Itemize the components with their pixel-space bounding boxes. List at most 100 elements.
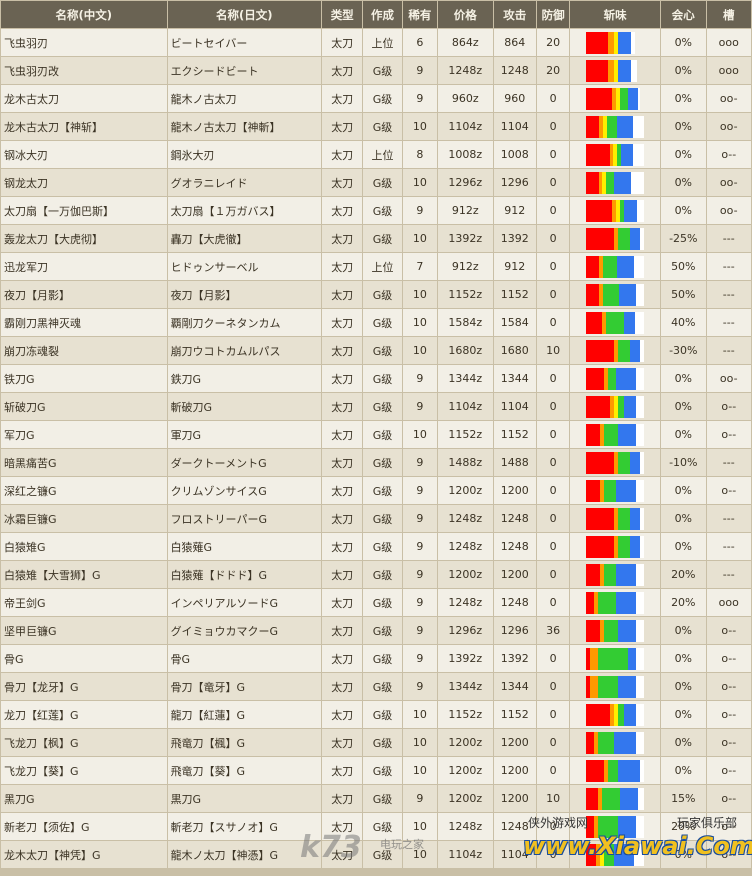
cell-name-cn: 白猿雉G (1, 533, 167, 560)
sharpness-blue (614, 171, 632, 194)
cell-slots: oo- (706, 197, 751, 224)
cell-price: 1104z (438, 113, 493, 140)
cell-rarity: 7 (402, 253, 438, 280)
cell-price: 1152z (438, 281, 493, 308)
sharpness-bar (586, 507, 645, 530)
xiawai-watermark-right: 玩家俱乐部 (677, 816, 738, 830)
sharpness-white (631, 31, 636, 54)
cell-name-jp: フロストリーパーG (167, 505, 321, 532)
cell-affinity: 0% (661, 29, 706, 56)
sharpness-white (640, 451, 645, 474)
table-row: 坚甲巨镰G グイミョウカマクーG 太刀 G级 9 1296z 1296 36 0% o-- (1, 617, 751, 644)
sharpness-red (586, 283, 600, 306)
cell-sharpness (570, 785, 661, 812)
cell-make: G级 (363, 449, 402, 476)
cell-defense: 0 (536, 197, 570, 224)
sharpness-white (636, 647, 645, 670)
cell-make: G级 (363, 589, 402, 616)
sharpness-orange (590, 675, 599, 698)
header-row: 名称(中文) 名称(日文) 类型 作成 稀有 价格 攻击 防御 斩味 会心 槽 (1, 1, 751, 28)
cell-make: G级 (363, 505, 402, 532)
sharpness-red (586, 255, 600, 278)
cell-type: 太刀 (322, 365, 363, 392)
cell-type: 太刀 (322, 337, 363, 364)
sharpness-white (640, 339, 645, 362)
cell-attack: 1680 (493, 337, 536, 364)
sharpness-blue (624, 703, 637, 726)
cell-attack: 1200 (493, 729, 536, 756)
sharpness-blue (624, 199, 638, 222)
cell-type: 太刀 (322, 533, 363, 560)
sharpness-blue (616, 479, 637, 502)
cell-name-jp: 崩刀ウコトカムルパス (167, 337, 321, 364)
cell-slots: ooo (706, 57, 751, 84)
cell-name-jp: グオラニレイド (167, 169, 321, 196)
sharpness-white (638, 87, 641, 110)
cell-name-jp: ビートセイバー (167, 29, 321, 56)
sharpness-blue (618, 59, 632, 82)
cell-slots: --- (706, 281, 751, 308)
cell-name-jp: 夜刀【月影】 (167, 281, 321, 308)
cell-sharpness (570, 505, 661, 532)
sharpness-red (586, 311, 603, 334)
cell-price: 1008z (438, 141, 493, 168)
sharpness-bar (586, 283, 645, 306)
cell-affinity: 0% (661, 729, 706, 756)
cell-attack: 1344 (493, 673, 536, 700)
table-row: 轰龙太刀【大虎彻】 轟刀【大虎徹】 太刀 G级 10 1392z 1392 0 -25% --- (1, 225, 751, 252)
cell-affinity: -10% (661, 449, 706, 476)
sharpness-white (633, 143, 645, 166)
cell-sharpness (570, 617, 661, 644)
sharpness-red (586, 115, 600, 138)
sharpness-green (618, 451, 631, 474)
cell-make: G级 (363, 281, 402, 308)
cell-sharpness (570, 757, 661, 784)
sharpness-white (636, 563, 645, 586)
cell-name-cn: 崩刀冻魂裂 (1, 337, 167, 364)
cell-affinity: 0% (661, 533, 706, 560)
cell-slots: ooo (706, 29, 751, 56)
cell-type: 太刀 (322, 561, 363, 588)
cell-defense: 0 (536, 561, 570, 588)
cell-price: 1488z (438, 449, 493, 476)
cell-name-jp: グイミョウカマクーG (167, 617, 321, 644)
cell-price: 960z (438, 85, 493, 112)
cell-sharpness (570, 253, 661, 280)
sharpness-bar (586, 339, 645, 362)
cell-attack: 1152 (493, 421, 536, 448)
cell-defense: 0 (536, 729, 570, 756)
cell-attack: 1584 (493, 309, 536, 336)
cell-sharpness (570, 141, 661, 168)
table-row: 骨G 骨G 太刀 G级 9 1392z 1392 0 0% o-- (1, 645, 751, 672)
cell-name-cn: 飞虫羽刃 (1, 29, 167, 56)
cell-make: G级 (363, 757, 402, 784)
cell-type: 太刀 (322, 169, 363, 196)
table-row: 冰霜巨镰G フロストリーパーG 太刀 G级 9 1248z 1248 0 0% --- (1, 505, 751, 532)
table-row: 崩刀冻魂裂 崩刀ウコトカムルパス 太刀 G级 10 1680z 1680 10 -30% --- (1, 337, 751, 364)
cell-rarity: 6 (402, 29, 438, 56)
cell-price: 1680z (438, 337, 493, 364)
sharpness-blue (617, 115, 634, 138)
table-row: 龙木古太刀 龍木ノ古太刀 太刀 G级 9 960z 960 0 0% oo- (1, 85, 751, 112)
cell-name-jp: 覇剛刀クーネタンカム (167, 309, 321, 336)
table-row: 钢冰大刃 鋼氷大刃 太刀 上位 8 1008z 1008 0 0% o-- (1, 141, 751, 168)
cell-name-cn: 深红之镰G (1, 477, 167, 504)
sharpness-green (618, 507, 631, 530)
sharpness-blue (618, 423, 637, 446)
sharpness-bar (586, 395, 645, 418)
cell-price: 1104z (438, 393, 493, 420)
sharpness-red (586, 171, 600, 194)
cell-name-cn: 飞龙刀【葵】G (1, 757, 167, 784)
cell-type: 太刀 (322, 701, 363, 728)
cell-defense: 0 (536, 533, 570, 560)
cell-defense: 0 (536, 281, 570, 308)
sharpness-blue (624, 395, 637, 418)
sharpness-white (631, 59, 638, 82)
sharpness-bar (586, 59, 644, 82)
cell-defense: 36 (536, 617, 570, 644)
sharpness-blue (616, 591, 637, 614)
header-price: 价格 (438, 1, 493, 28)
sharpness-green (618, 535, 631, 558)
cell-attack: 1200 (493, 477, 536, 504)
cell-price: 864z (438, 29, 493, 56)
